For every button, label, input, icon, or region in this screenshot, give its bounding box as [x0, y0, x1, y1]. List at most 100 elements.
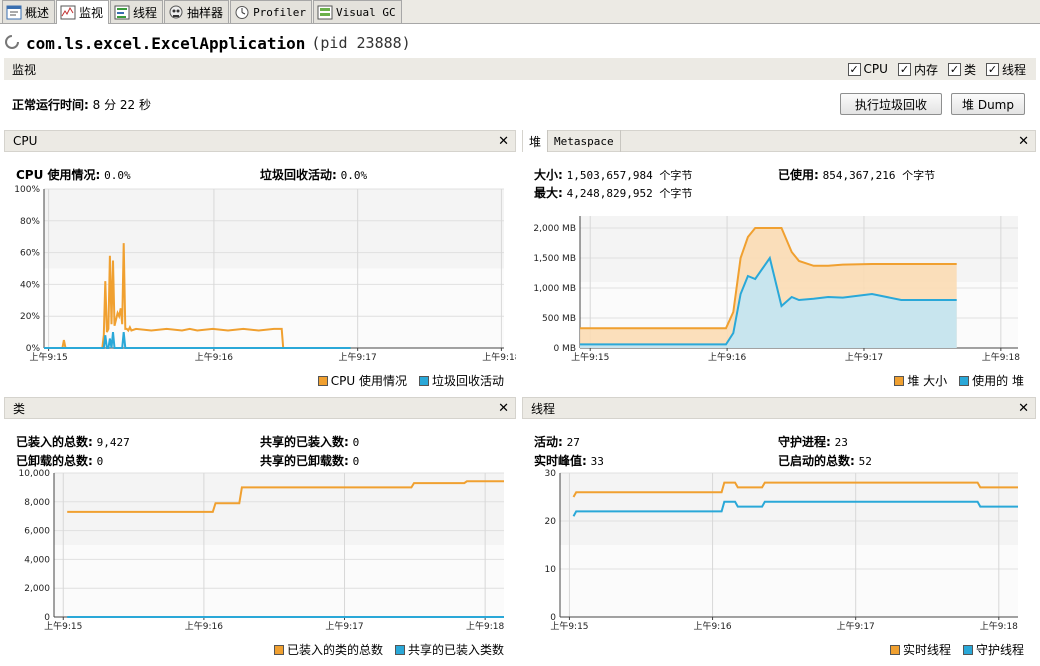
stat-label: 共享的已装入数:: [260, 435, 349, 449]
legend-label: 垃圾回收活动: [431, 374, 504, 388]
tab-sampler[interactable]: 抽样器: [164, 0, 230, 23]
y-tick-label: 1,000 MB: [533, 284, 576, 294]
tab-heap[interactable]: 堆: [523, 130, 549, 152]
perform-gc-button[interactable]: 执行垃圾回收: [840, 93, 942, 115]
visualgc-icon: [317, 5, 333, 20]
legend-item: 已装入的类的总数: [273, 641, 383, 658]
heap-size: 大小: 1,503,657,984 个字节: [534, 166, 692, 183]
classes-loaded: 已装入的总数: 9,427: [16, 433, 130, 450]
toggle-label: 线程: [1001, 62, 1026, 77]
stat-value: 0: [96, 455, 104, 468]
y-tick-label: 500 MB: [542, 314, 576, 324]
y-tick-label: 8,000: [24, 498, 50, 508]
close-icon[interactable]: ✕: [1018, 401, 1029, 416]
x-tick-label: 上午9:16: [185, 620, 223, 632]
heap-chart: 0 MB500 MB1,000 MB1,500 MB2,000 MB上午9:15…: [533, 216, 1020, 363]
stat-value: 0: [352, 436, 360, 449]
close-icon[interactable]: ✕: [498, 134, 509, 149]
tab-metaspace[interactable]: Metaspace: [548, 130, 621, 152]
legend-label: 实时线程: [902, 643, 951, 657]
legend-item: 共享的已装入类数: [394, 641, 504, 658]
threads-legend: 实时线程 守护线程: [889, 641, 1024, 658]
close-icon[interactable]: ✕: [498, 401, 509, 416]
y-tick-label: 20%: [20, 312, 40, 322]
close-icon[interactable]: ✕: [1018, 134, 1029, 149]
stat-value: 1,503,657,984 个字节: [566, 169, 693, 182]
x-tick-label: 上午9:15: [571, 351, 609, 363]
x-tick-label: 上午9:16: [708, 351, 746, 363]
heap-panel: 堆 Metaspace ✕ 大小: 1,503,657,984 个字节 最大: …: [522, 130, 1036, 392]
stat-value: 9,427: [96, 436, 130, 449]
legend-item: 实时线程: [889, 641, 951, 658]
tab-profiler[interactable]: Profiler: [230, 0, 313, 23]
cpu-panel-header: CPU ✕: [4, 130, 516, 152]
tab-bar: 概述 监视 线程 抽样器 Profiler Visual GC: [0, 0, 1040, 24]
x-tick-label: 上午9:15: [44, 620, 82, 632]
stat-label: 最大:: [534, 186, 563, 200]
x-tick-label: 上午9:18: [980, 620, 1018, 632]
stat-value: 27: [566, 436, 580, 449]
refresh-spinner-icon: [4, 34, 20, 53]
threads-started: 已启动的总数: 52: [778, 452, 872, 469]
x-tick-label: 上午9:17: [325, 620, 363, 632]
heap-max: 最大: 4,248,829,952 个字节: [534, 184, 692, 201]
checkbox-checked-icon[interactable]: ✓: [947, 62, 961, 76]
threads-panel: 线程 ✕ 活动: 27 实时峰值: 33 守护进程: 23 已启动的总数: 52…: [522, 397, 1036, 663]
app-title: com.ls.excel.ExcelApplication (pid 23888…: [4, 30, 411, 56]
stat-label: CPU 使用情况:: [16, 168, 101, 182]
panel-title: CPU: [13, 134, 38, 148]
y-tick-label: 10: [545, 565, 557, 575]
heap-dump-button[interactable]: 堆 Dump: [951, 93, 1025, 115]
threads-panel-header: 线程 ✕: [522, 397, 1036, 419]
threads-peak: 实时峰值: 33: [534, 452, 604, 469]
overview-icon: [6, 5, 22, 20]
tab-threads[interactable]: 线程: [110, 0, 164, 23]
toggle-cpu[interactable]: ✓ CPU: [847, 61, 888, 78]
profiler-icon: [234, 5, 250, 20]
x-tick-label: 上午9:18: [482, 351, 516, 363]
y-tick-label: 100%: [14, 185, 40, 195]
legend-label: 守护线程: [975, 643, 1024, 657]
toggle-label: CPU: [863, 62, 888, 76]
y-tick-label: 2,000: [24, 584, 50, 594]
legend-item: 垃圾回收活动: [418, 372, 504, 389]
x-tick-label: 上午9:16: [195, 351, 233, 363]
stat-value: 0.0%: [104, 169, 131, 182]
stat-value: 23: [834, 436, 848, 449]
stat-value: 4,248,829,952 个字节: [566, 187, 693, 200]
app-name: com.ls.excel.ExcelApplication: [26, 33, 306, 53]
stat-label: 大小:: [534, 168, 563, 182]
cpu-panel: CPU ✕ CPU 使用情况: 0.0% 垃圾回收活动: 0.0% 0% 20% 4…: [4, 130, 516, 392]
legend-item: 堆 大小: [894, 372, 947, 389]
legend-label: 已装入的类的总数: [286, 643, 383, 657]
cpu-legend: CPU 使用情况 垃圾回收活动: [317, 372, 504, 389]
monitor-section-bar: 监视 ✓ CPU ✓ 内存 ✓ 类 ✓ 线程: [4, 58, 1036, 80]
checkbox-checked-icon[interactable]: ✓: [985, 62, 999, 76]
section-title: 监视: [12, 62, 37, 77]
threads-live: 活动: 27: [534, 433, 580, 450]
panel-title: 线程: [531, 401, 556, 416]
stat-value: 0.0%: [340, 169, 368, 182]
stat-label: 守护进程:: [778, 435, 831, 449]
heap-panel-header: 堆 Metaspace ✕: [522, 130, 1036, 152]
tab-visual-gc[interactable]: Visual GC: [313, 0, 402, 23]
tab-label: Profiler: [253, 5, 307, 19]
checkbox-checked-icon[interactable]: ✓: [847, 62, 861, 76]
tab-label: 线程: [133, 5, 158, 20]
monitor-icon: [60, 5, 76, 20]
threads-daemon: 守护进程: 23: [778, 433, 848, 450]
legend-label: 使用的 堆: [972, 374, 1024, 388]
checkbox-checked-icon[interactable]: ✓: [897, 62, 911, 76]
threads-icon: [114, 5, 130, 20]
toggle-memory[interactable]: ✓ 内存: [897, 61, 938, 78]
classes-legend: 已装入的类的总数 共享的已装入类数: [273, 641, 504, 658]
heap-legend: 堆 大小 使用的 堆: [894, 372, 1024, 389]
tab-monitor[interactable]: 监视: [56, 0, 110, 24]
tab-overview[interactable]: 概述: [2, 0, 56, 23]
stat-value: 854,367,216 个字节: [822, 169, 936, 182]
toggle-classes[interactable]: ✓ 类: [947, 61, 976, 78]
plot-background-lower: [54, 545, 504, 617]
toggle-threads[interactable]: ✓ 线程: [985, 61, 1026, 78]
threads-chart: 0102030上午9:15 上午9:16 上午9:17 上午9:18: [545, 469, 1019, 632]
stat-value: 52: [858, 455, 872, 468]
